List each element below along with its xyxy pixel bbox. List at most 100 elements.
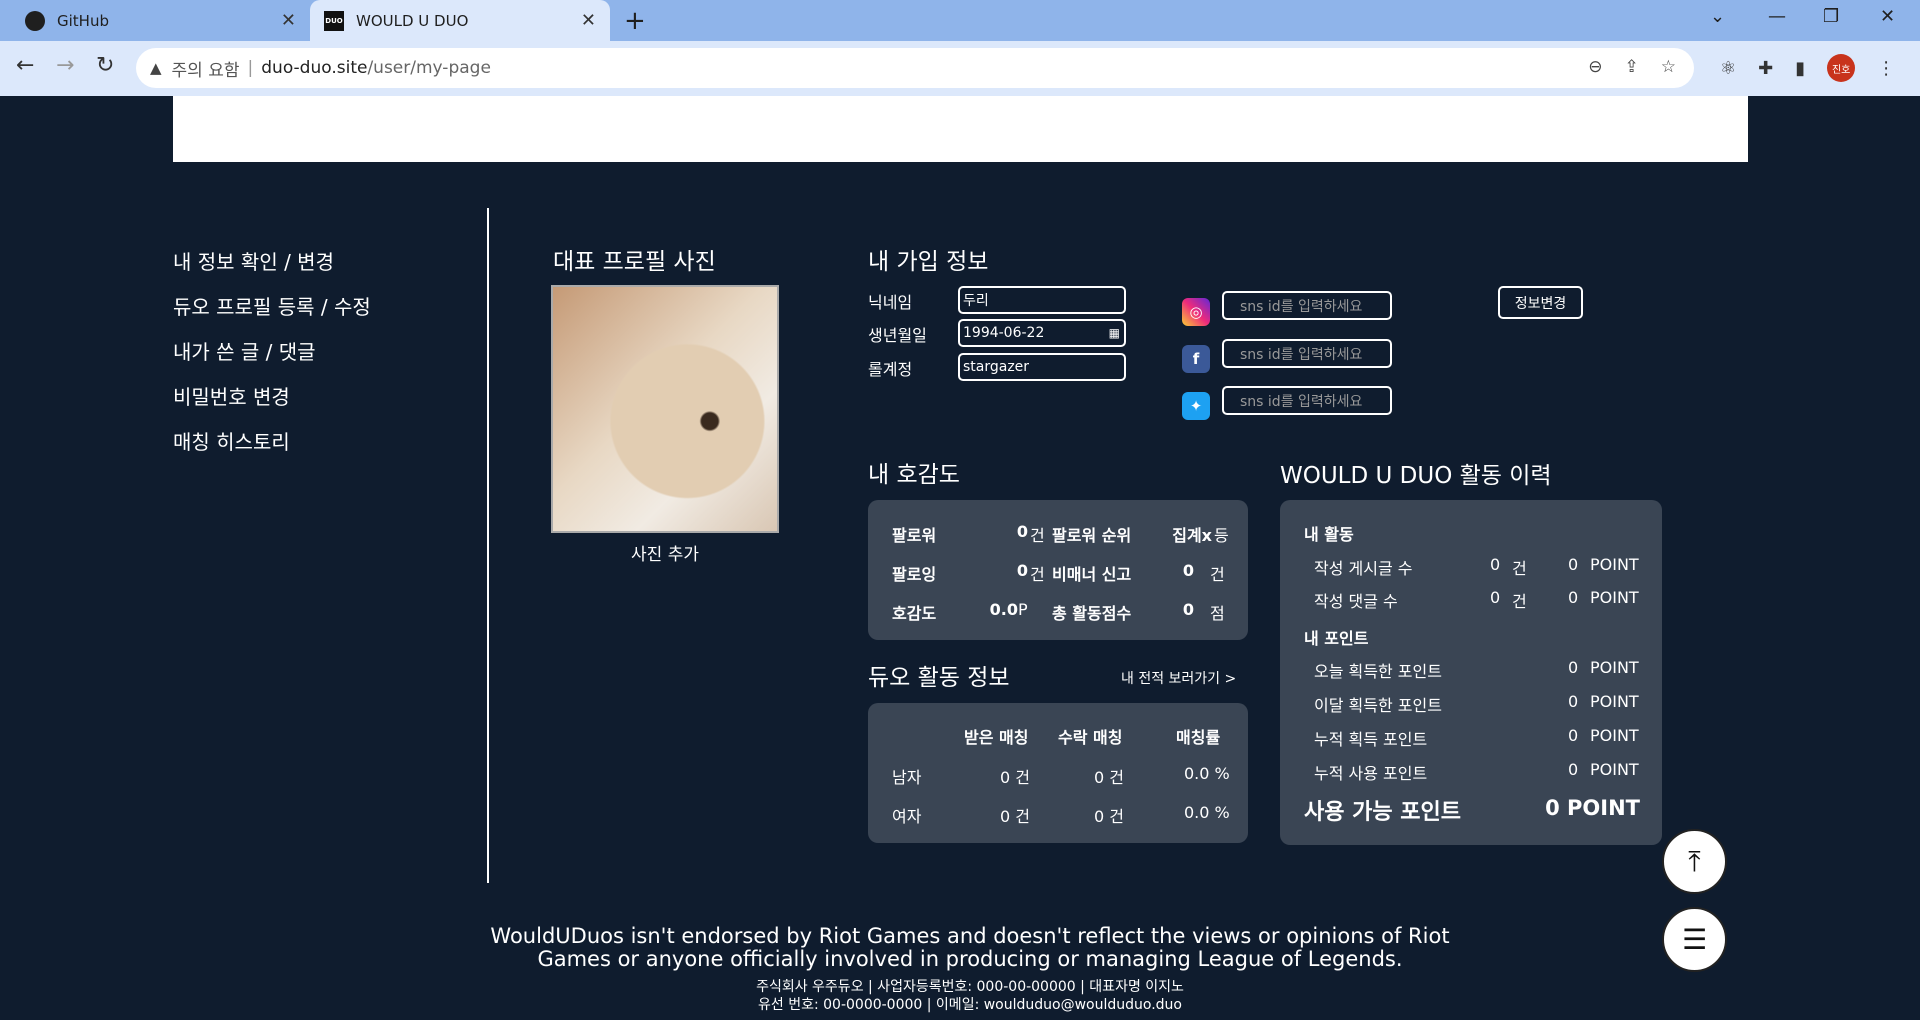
url-path: /user/my-page [367, 58, 491, 78]
sidebar-item-my-info[interactable]: 내 정보 확인 / 변경 [173, 245, 473, 290]
follower-rank-unit: 등 [1214, 526, 1229, 545]
facebook-id-input[interactable]: sns id를 입력하세요 [1222, 339, 1392, 368]
follower-unit: 건 [1030, 526, 1045, 545]
browser-tabbar: GitHub ✕ DUO WOULD U DUO ✕ + ⌄ — ❐ ✕ [0, 0, 1920, 41]
share-icon[interactable]: ⇪ [1625, 57, 1639, 77]
facebook-icon: f [1182, 345, 1210, 373]
likability-title: 내 호감도 [868, 462, 960, 488]
menu-icon[interactable]: ⋮ [1877, 58, 1895, 79]
restore-button[interactable]: ❐ [1823, 6, 1839, 27]
point-unit: POINT [1590, 692, 1639, 711]
extension-bar: ⚛ ✚ ▮ 진호 ⋮ [1720, 54, 1895, 82]
male-accepted: 0 건 [1094, 768, 1124, 787]
total-used-points: 0 [1568, 760, 1579, 779]
posts-count-unit: 건 [1512, 559, 1527, 578]
follower-label: 팔로워 [892, 526, 937, 545]
tab-would-u-duo[interactable]: DUO WOULD U DUO ✕ [310, 0, 610, 41]
birthdate-field[interactable]: 1994-06-22 ▦ [958, 319, 1126, 347]
tab-title: WOULD U DUO [356, 11, 469, 30]
duo-activity-title: 듀오 활동 정보 [868, 665, 1010, 691]
report-value: 0 [1182, 561, 1194, 580]
month-points: 0 [1568, 692, 1579, 711]
month-points-label: 이달 획득한 포인트 [1314, 696, 1442, 715]
close-icon[interactable]: ✕ [581, 10, 596, 31]
twitter-id-input[interactable]: sns id를 입력하세요 [1222, 386, 1392, 415]
avatar[interactable]: 진호 [1827, 54, 1856, 82]
point-unit: POINT [1590, 658, 1639, 677]
likability-value: 0.0 [989, 600, 1018, 619]
forward-icon[interactable]: → [56, 53, 74, 78]
female-accepted: 0 건 [1094, 807, 1124, 826]
footer-company-info: 주식회사 우주듀오 | 사업자등록번호: 000-00-00000 | 대표자명… [600, 978, 1340, 1014]
edit-info-button[interactable]: 정보변경 [1498, 286, 1583, 319]
my-activity-label: 내 활동 [1304, 525, 1354, 544]
point-unit: POINT [1590, 588, 1639, 607]
total-used-label: 누적 사용 포인트 [1314, 764, 1428, 783]
reload-icon[interactable]: ↻ [96, 53, 114, 78]
warning-icon[interactable]: ▲ [150, 59, 162, 77]
posts-count: 0 [1490, 555, 1501, 574]
new-tab-button[interactable]: + [624, 6, 646, 36]
total-earned-label: 누적 획득 포인트 [1314, 730, 1428, 749]
posts-label: 작성 게시글 수 [1314, 559, 1413, 578]
chat-button[interactable]: ☰ [1662, 907, 1727, 972]
nickname-field[interactable]: 두리 [958, 286, 1126, 314]
omnibox-actions: ⊖ ⇪ ☆ [1588, 57, 1676, 77]
lol-account-label: 롤계정 [868, 360, 913, 379]
company-line: 주식회사 우주듀오 | 사업자등록번호: 000-00-00000 | 대표자명… [756, 979, 1184, 995]
birthdate-value: 1994-06-22 [963, 325, 1045, 341]
activity-history-panel: 내 활동 작성 게시글 수 0 건 0 POINT 작성 댓글 수 0 건 0 … [1280, 500, 1662, 845]
zoom-icon[interactable]: ⊖ [1588, 57, 1602, 77]
female-received: 0 건 [1000, 807, 1030, 826]
available-points-label: 사용 가능 포인트 [1304, 800, 1461, 825]
my-record-link[interactable]: 내 전적 보러가기 > [1121, 668, 1236, 688]
footer-disclaimer: WouldUDuos isn't endorsed by Riot Games … [490, 924, 1450, 971]
url-field[interactable]: ▲ 주의 요함 | duo-duo.site /user/my-page ⊖ ⇪… [136, 48, 1694, 88]
side-panel-icon[interactable]: ▮ [1795, 58, 1805, 79]
puzzle-icon[interactable]: ✚ [1758, 58, 1773, 79]
duo-icon: DUO [324, 10, 344, 31]
today-points: 0 [1568, 658, 1579, 677]
comments-count: 0 [1490, 588, 1501, 607]
arrow-up-icon: ⤒ [1688, 844, 1701, 878]
sidebar-divider [487, 208, 489, 883]
likability-unit: P [1018, 600, 1028, 619]
profile-photo [551, 285, 779, 533]
back-icon[interactable]: ← [16, 53, 34, 78]
activity-history-title: WOULD U DUO 활동 이력 [1280, 463, 1552, 489]
sidebar-item-password[interactable]: 비밀번호 변경 [173, 380, 473, 425]
sidebar-item-duo-profile[interactable]: 듀오 프로필 등록 / 수정 [173, 290, 473, 335]
tab-github[interactable]: GitHub ✕ [12, 0, 310, 41]
total-score-unit: 점 [1210, 604, 1225, 623]
follower-rank-label: 팔로워 순위 [1052, 526, 1132, 545]
tab-title: GitHub [57, 11, 109, 30]
lol-account-field[interactable]: stargazer [958, 353, 1126, 381]
follower-rank-value: 집계x [1172, 526, 1212, 545]
signup-info-title: 내 가입 정보 [868, 249, 989, 275]
bookmark-star-icon[interactable]: ☆ [1661, 57, 1676, 77]
instagram-icon: ◎ [1182, 298, 1210, 326]
rate-header: 매칭률 [1176, 728, 1221, 747]
follower-value: 0 [1016, 522, 1028, 541]
extension-icon[interactable]: ⚛ [1720, 58, 1736, 79]
instagram-id-input[interactable]: sns id를 입력하세요 [1222, 291, 1392, 320]
total-score-value: 0 [1182, 600, 1194, 619]
minimize-button[interactable]: — [1768, 6, 1786, 27]
female-label: 여자 [892, 807, 922, 826]
close-icon[interactable]: ✕ [281, 10, 296, 31]
duo-activity-panel: 받은 매칭 수락 매칭 매칭률 남자 0 건 0 건 0.0 % 여자 0 건 … [868, 703, 1248, 843]
tab-search-icon[interactable]: ⌄ [1710, 6, 1725, 27]
mypage-sidebar: 내 정보 확인 / 변경 듀오 프로필 등록 / 수정 내가 쓴 글 / 댓글 … [173, 245, 473, 470]
sidebar-item-my-posts[interactable]: 내가 쓴 글 / 댓글 [173, 335, 473, 380]
close-window-button[interactable]: ✕ [1880, 6, 1895, 27]
security-warning[interactable]: 주의 요함 [172, 56, 240, 81]
birthdate-label: 생년월일 [868, 326, 927, 345]
add-photo-button[interactable]: 사진 추가 [551, 540, 779, 565]
calendar-icon[interactable]: ▦ [1109, 326, 1120, 340]
scroll-top-button[interactable]: ⤒ [1662, 829, 1727, 894]
following-unit: 건 [1030, 565, 1045, 584]
comments-count-unit: 건 [1512, 592, 1527, 611]
nickname-label: 닉네임 [868, 293, 913, 312]
report-label: 비매너 신고 [1052, 565, 1132, 584]
sidebar-item-matching-history[interactable]: 매칭 히스토리 [173, 425, 473, 470]
